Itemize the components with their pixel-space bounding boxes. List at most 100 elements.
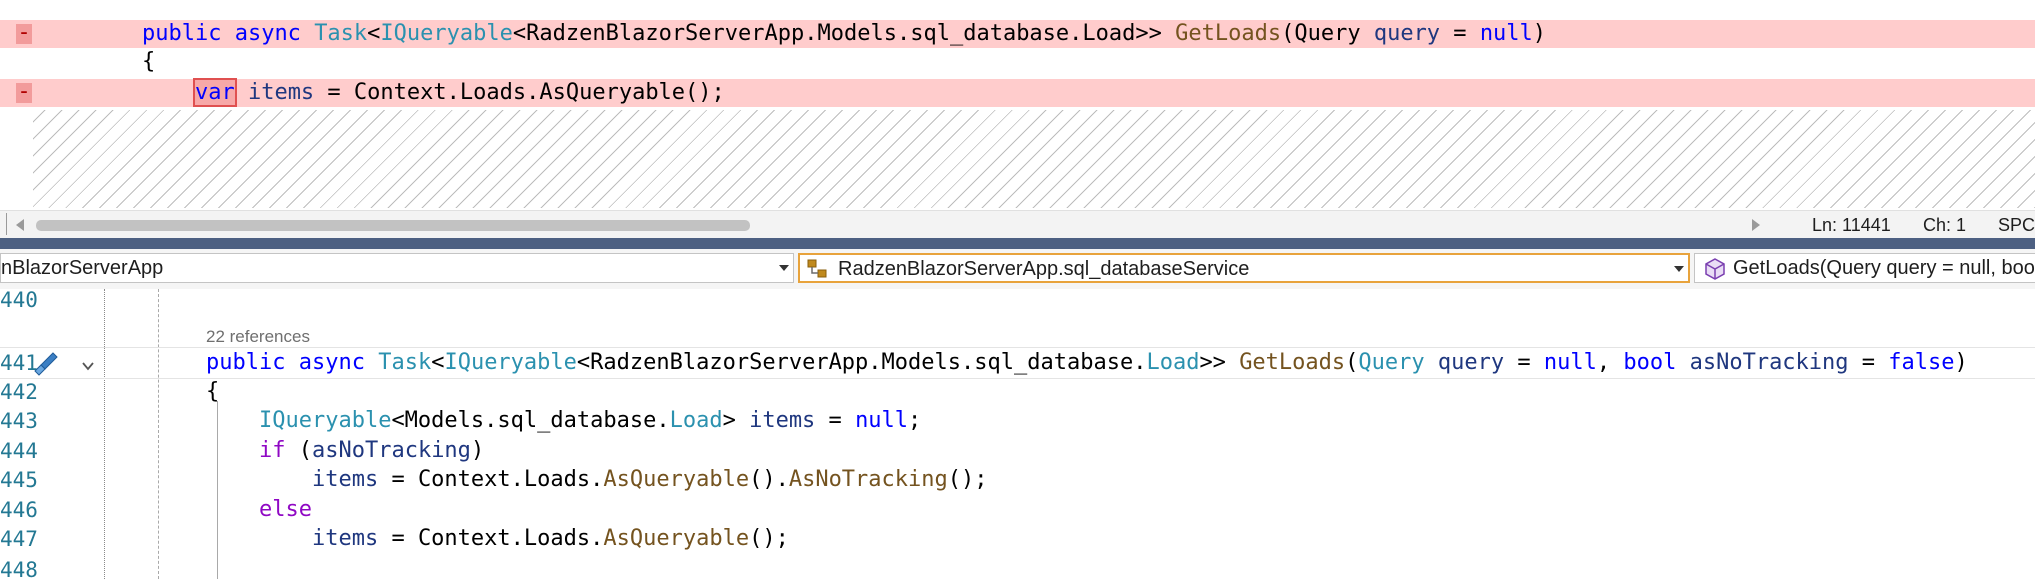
pane-splitter[interactable] — [0, 238, 2035, 249]
code-line[interactable]: 445 items = Context.Loads.AsQueryable().… — [0, 465, 2035, 495]
code-line-text: if (asNoTracking) — [206, 436, 484, 466]
code-token: = Context.Loads. — [378, 467, 604, 492]
code-token: = — [815, 408, 856, 433]
diff-removed-line[interactable]: - public async Task<IQueryable<RadzenBla… — [0, 20, 2035, 48]
code-token: ) — [470, 438, 485, 463]
code-token: GetLoads — [1239, 350, 1346, 375]
code-token: (); — [947, 467, 988, 492]
code-token: { — [36, 49, 156, 74]
scroll-left-icon[interactable] — [16, 219, 24, 231]
status-bar: Ln: 11441 Ch: 1 SPC — [0, 210, 2035, 239]
code-editor[interactable]: 440 22 references 441 public async Task<… — [0, 289, 2035, 579]
code-token: { — [206, 379, 220, 404]
code-token: <RadzenBlazorServerApp.Models.sql_databa… — [512, 21, 1176, 46]
chevron-down-icon — [1674, 266, 1684, 272]
code-token: if — [258, 438, 286, 463]
project-dropdown[interactable]: nBlazorServerApp — [0, 253, 794, 283]
code-token: AsQueryable — [603, 467, 750, 492]
code-token: async — [298, 350, 365, 375]
code-token: = Context.Loads. — [378, 526, 604, 551]
code-token: = Context.Loads.AsQueryable(); — [314, 80, 725, 105]
type-dropdown[interactable]: RadzenBlazorServerApp.sql_databaseServic… — [798, 253, 1690, 283]
diff-pane[interactable]: - public async Task<IQueryable<RadzenBla… — [0, 0, 2035, 210]
horizontal-scrollbar-thumb[interactable] — [36, 220, 750, 231]
diff-line-text: { — [36, 48, 155, 76]
code-token: (); — [749, 526, 789, 551]
code-line[interactable]: 440 — [0, 289, 2035, 315]
code-token: ) — [1532, 21, 1547, 46]
method-cube-icon — [1703, 257, 1727, 281]
diff-empty-hatch-area — [33, 110, 2035, 208]
code-token: ( — [285, 438, 312, 463]
code-token: async — [234, 21, 301, 46]
code-line-text: items = Context.Loads.AsQueryable().AsNo… — [206, 465, 988, 495]
code-line[interactable]: 447 items = Context.Loads.AsQueryable(); — [0, 524, 2035, 554]
left-edge-tick — [0, 213, 7, 235]
diff-context-line[interactable]: { — [0, 48, 2035, 76]
code-token: IQueryable — [258, 408, 392, 433]
line-number: 440 — [0, 289, 38, 312]
highlighted-change-token: var — [192, 78, 237, 107]
scroll-right-icon[interactable] — [1752, 219, 1760, 231]
line-number: 448 — [0, 558, 38, 579]
code-line-current[interactable]: 441 public async Task<IQueryable<RadzenB… — [0, 347, 2035, 379]
code-line[interactable]: 446 else — [0, 495, 2035, 525]
chevron-down-icon — [779, 265, 789, 271]
member-dropdown-label: GetLoads(Query query = null, boo — [1733, 257, 2035, 279]
code-token: null — [1479, 21, 1533, 46]
line-indicator[interactable]: Ln: 11441 — [1812, 215, 1891, 236]
codelens-references[interactable]: 22 references — [206, 327, 310, 347]
code-token: public — [206, 350, 286, 375]
member-dropdown[interactable]: GetLoads(Query query = null, boo — [1694, 253, 2035, 283]
whitespace-indicator[interactable]: SPC — [1998, 215, 2035, 236]
diff-line-text: public async Task<IQueryable<RadzenBlazo… — [36, 20, 1546, 48]
code-token: , — [1596, 350, 1624, 375]
code-token: Load — [669, 408, 723, 433]
code-token: Task — [314, 21, 368, 46]
code-token: IQueryable — [444, 350, 577, 375]
code-line-text: public async Task<IQueryable<RadzenBlazo… — [206, 348, 1968, 378]
chevron-down-icon[interactable] — [82, 357, 94, 371]
type-dropdown-label: RadzenBlazorServerApp.sql_databaseServic… — [838, 258, 1250, 280]
code-token: false — [1888, 350, 1955, 375]
code-line[interactable]: 444 if (asNoTracking) — [0, 436, 2035, 466]
code-token: Task — [378, 350, 432, 375]
code-line[interactable]: 443 IQueryable<Models.sql_database.Load>… — [0, 406, 2035, 436]
code-token: IQueryable — [380, 21, 513, 46]
code-token: asNoTracking — [311, 438, 471, 463]
code-token: = — [1440, 21, 1480, 46]
code-line-text: IQueryable<Models.sql_database.Load> ite… — [206, 406, 921, 436]
code-token: query — [1373, 21, 1441, 46]
code-token: ) — [1954, 350, 1968, 375]
diff-removed-line[interactable]: - var items = Context.Loads.AsQueryable(… — [0, 78, 2035, 107]
code-line-text: items = Context.Loads.AsQueryable(); — [206, 524, 789, 554]
code-token: Load — [1146, 350, 1200, 375]
code-token: (). — [749, 467, 789, 492]
column-indicator[interactable]: Ch: 1 — [1923, 215, 1966, 236]
line-number: 443 — [0, 409, 38, 433]
line-number: 446 — [0, 498, 38, 522]
class-hierarchy-icon — [806, 258, 834, 281]
code-token: <RadzenBlazorServerApp.Models.sql_databa… — [576, 350, 1147, 375]
code-token: items — [749, 408, 816, 433]
code-token: = — [1848, 350, 1889, 375]
code-token: items — [247, 80, 315, 105]
code-token: else — [258, 497, 312, 522]
brush-icon[interactable] — [33, 349, 61, 377]
code-line-text: { — [206, 377, 219, 407]
code-line[interactable]: 442 { — [0, 377, 2035, 407]
line-number: 447 — [0, 527, 38, 551]
code-line[interactable]: 448 — [0, 555, 2035, 579]
code-token: <Models.sql_database. — [391, 408, 670, 433]
